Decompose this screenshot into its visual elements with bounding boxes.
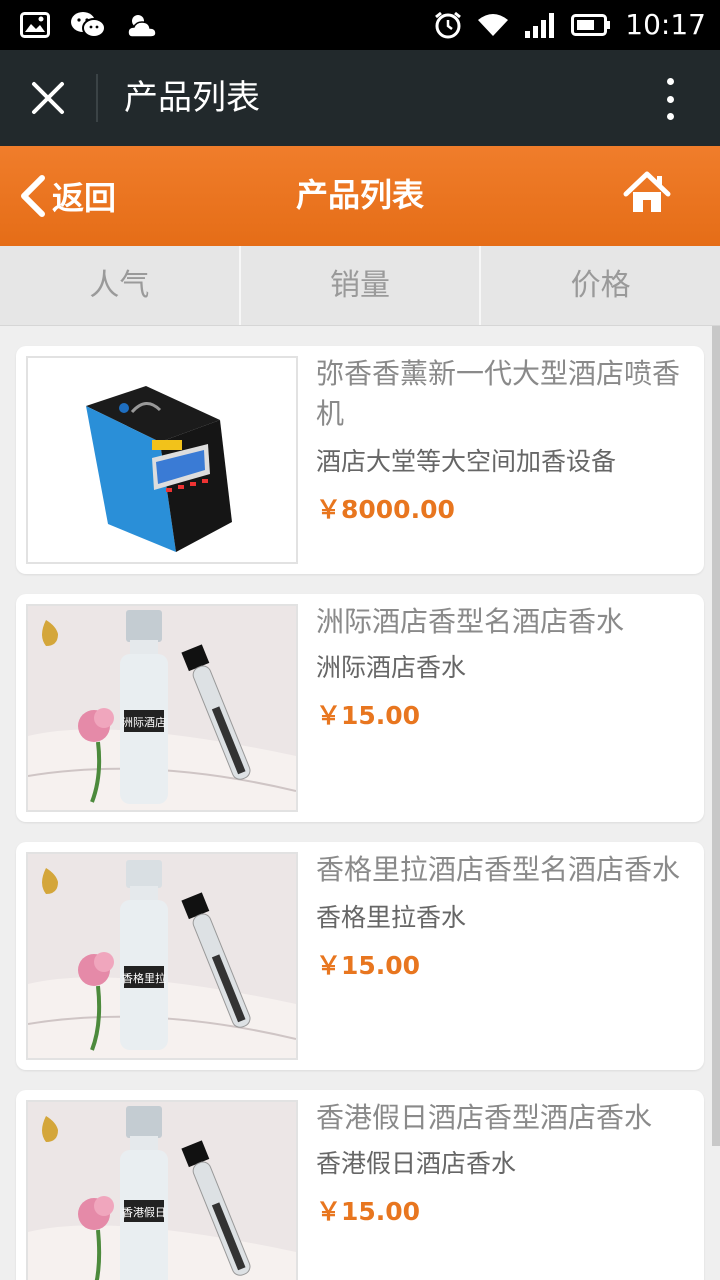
product-name: 洲际酒店香型名酒店香水 [316,605,625,638]
weather-icon [127,15,157,38]
title-divider [96,74,98,122]
product-name: 香格里拉酒店香型名酒店香水 [316,853,681,886]
product-card[interactable]: 洲际酒店 洲际酒店香型名酒店香水 洲际酒店香水 ￥15.00 [16,594,704,822]
product-price: ￥8000.00 [316,495,455,524]
bottle-label: 洲际酒店 [122,715,166,729]
product-card[interactable]: 香港假日 香港假日酒店香型酒店香水 香港假日酒店香水 ￥15.00 [16,1090,704,1280]
product-price: ￥15.00 [316,701,421,730]
header-title: 产品列表 [295,176,424,214]
product-subtitle: 香港假日酒店香水 [316,1149,517,1178]
home-icon[interactable] [622,168,672,218]
product-subtitle: 香格里拉香水 [316,903,467,932]
tab-price[interactable]: 价格 [481,246,720,325]
image-notification-icon [20,12,50,38]
alarm-icon [435,11,462,39]
scrollbar[interactable] [712,326,720,1146]
product-price: ￥15.00 [316,951,421,980]
product-card[interactable]: 香格里拉 香格里拉酒店香型名酒店香水 香格里拉香水 ￥15.00 [16,842,704,1070]
app-header: 返回 产品列表 [0,146,720,246]
battery-icon [571,14,611,36]
sort-tabs: 人气 销量 价格 [0,246,720,326]
wechat-page-title: 产品列表 [124,78,260,118]
product-name: 香港假日酒店香型酒店香水 [316,1101,653,1134]
wechat-title-bar: 产品列表 [0,50,720,146]
tab-sales[interactable]: 销量 [241,246,482,325]
wifi-icon [478,14,509,36]
product-image: 香格里拉 [26,852,298,1060]
product-price: ￥15.00 [316,1197,421,1226]
product-list: 弥香香薰新一代大型酒店喷香机 酒店大堂等大空间加香设备 ￥8000.00 洲际酒… [16,346,704,1280]
product-name: 弥香香薰新一代大型酒店喷香机 [316,357,681,430]
status-bar: 10:17 [0,0,720,50]
wechat-notification-icon [71,12,106,38]
product-image: 香港假日 [26,1100,298,1280]
product-subtitle: 洲际酒店香水 [316,653,467,682]
tab-popularity[interactable]: 人气 [0,246,241,325]
signal-icon [525,13,555,38]
more-options-icon[interactable] [664,78,676,120]
bottle-label: 香格里拉 [122,971,166,985]
product-subtitle: 酒店大堂等大空间加香设备 [316,447,617,476]
close-icon[interactable] [26,76,70,120]
product-image [26,356,298,564]
status-time: 10:17 [625,8,706,41]
product-image: 洲际酒店 [26,604,298,812]
bottle-label: 香港假日 [122,1205,166,1219]
product-card[interactable]: 弥香香薰新一代大型酒店喷香机 酒店大堂等大空间加香设备 ￥8000.00 [16,346,704,574]
